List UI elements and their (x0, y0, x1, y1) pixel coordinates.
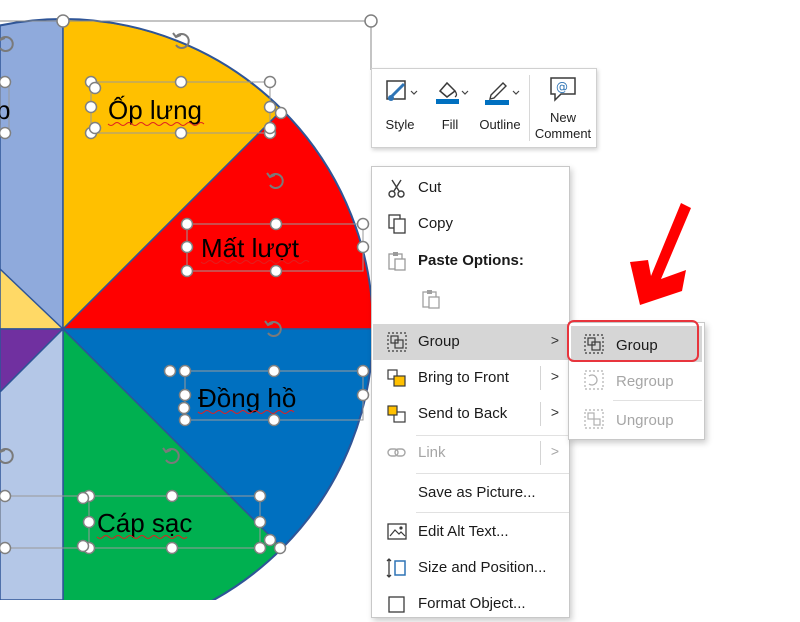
menu-item-cut[interactable]: Cut (373, 170, 568, 206)
copy-icon (388, 214, 406, 234)
fill-label: Fill (441, 117, 459, 132)
menu-item-edit-alt-text[interactable]: Edit Alt Text... (373, 514, 568, 550)
submenu-chevron-icon: > (550, 443, 559, 459)
alt-text-icon (387, 523, 407, 540)
submenu-item-ungroup-label: Ungroup (616, 412, 674, 429)
menu-item-link-label: Link (418, 444, 446, 461)
submenu-chevron-icon[interactable]: > (551, 368, 559, 384)
menu-item-format-object-label: Format Object... (418, 595, 526, 612)
context-menu: Cut Copy Paste Options: Group > Bring to… (371, 166, 570, 618)
menu-item-save-as-picture[interactable]: Save as Picture... (373, 475, 568, 511)
paste-icon (388, 252, 406, 271)
label-mat-luot[interactable]: Mất lượt (201, 233, 300, 263)
menu-item-cut-label: Cut (418, 179, 442, 196)
submenu-item-regroup-label: Regroup (616, 373, 674, 390)
send-to-back-icon (387, 405, 406, 423)
menu-item-copy[interactable]: Copy (373, 206, 568, 242)
scissors-icon (388, 179, 405, 198)
toolbar-divider (529, 75, 530, 141)
style-brush-icon (386, 80, 418, 101)
menu-item-send-to-back-label: Send to Back (418, 405, 508, 422)
paste-options-heading: Paste Options: (418, 252, 524, 269)
ungroup-icon (584, 409, 604, 429)
menu-item-edit-alt-text-label: Edit Alt Text... (418, 523, 509, 540)
split-divider (540, 366, 541, 390)
svg-text:@: @ (556, 80, 568, 94)
menu-item-format-object[interactable]: Format Object... (373, 586, 568, 622)
menu-item-group-label: Group (418, 333, 460, 350)
outline-button[interactable]: Outline (478, 69, 522, 147)
new-comment-label: New Comment (534, 110, 592, 141)
outline-label: Outline (479, 117, 521, 132)
bring-to-front-icon (387, 369, 406, 387)
highlight-outline (567, 320, 699, 362)
label-op-lung[interactable]: Ốp lưng (108, 95, 202, 125)
menu-item-bring-to-front[interactable]: Bring to Front > (373, 360, 568, 396)
menu-item-copy-label: Copy (418, 215, 454, 232)
comment-icon: @ (550, 77, 576, 102)
split-divider (540, 441, 541, 465)
menu-separator (416, 512, 569, 513)
fill-button[interactable]: Fill (430, 69, 470, 147)
outline-pen-icon (485, 82, 520, 105)
group-icon (387, 332, 407, 352)
paste-option-picture[interactable] (373, 281, 568, 317)
style-button[interactable]: Style (380, 69, 420, 147)
split-divider (540, 402, 541, 426)
submenu-item-ungroup: Ungroup (571, 401, 702, 437)
menu-item-paste-options: Paste Options: (373, 243, 568, 279)
menu-item-size-and-position[interactable]: Size and Position... (373, 550, 568, 586)
menu-item-save-as-picture-label: Save as Picture... (418, 484, 536, 501)
style-label: Style (385, 117, 415, 132)
submenu-chevron-icon[interactable]: > (551, 404, 559, 420)
menu-item-send-to-back[interactable]: Send to Back > (373, 396, 568, 432)
menu-item-group[interactable]: Group > (373, 324, 568, 360)
red-annotation-arrow-icon (630, 203, 691, 305)
link-icon (387, 448, 406, 457)
regroup-icon (584, 370, 604, 390)
size-position-icon (386, 558, 406, 578)
submenu-item-regroup: Regroup (571, 362, 702, 398)
label-cap-sac[interactable]: Cáp sạc (97, 508, 192, 538)
format-object-icon (388, 596, 405, 613)
menu-separator (416, 473, 569, 474)
label-dong-ho[interactable]: Đồng hồ (198, 383, 296, 413)
menu-item-link: Link > (373, 435, 568, 471)
paste-picture-icon (422, 290, 440, 309)
fill-bucket-icon (436, 81, 469, 104)
mini-toolbar: Style Fill Outline @ New Comment (371, 68, 597, 148)
menu-item-size-and-position-label: Size and Position... (418, 559, 547, 576)
new-comment-button[interactable]: @ New Comment (532, 69, 594, 147)
submenu-chevron-icon: > (550, 332, 559, 348)
menu-item-bring-to-front-label: Bring to Front (418, 369, 509, 386)
label-partial[interactable]: p (0, 95, 10, 125)
